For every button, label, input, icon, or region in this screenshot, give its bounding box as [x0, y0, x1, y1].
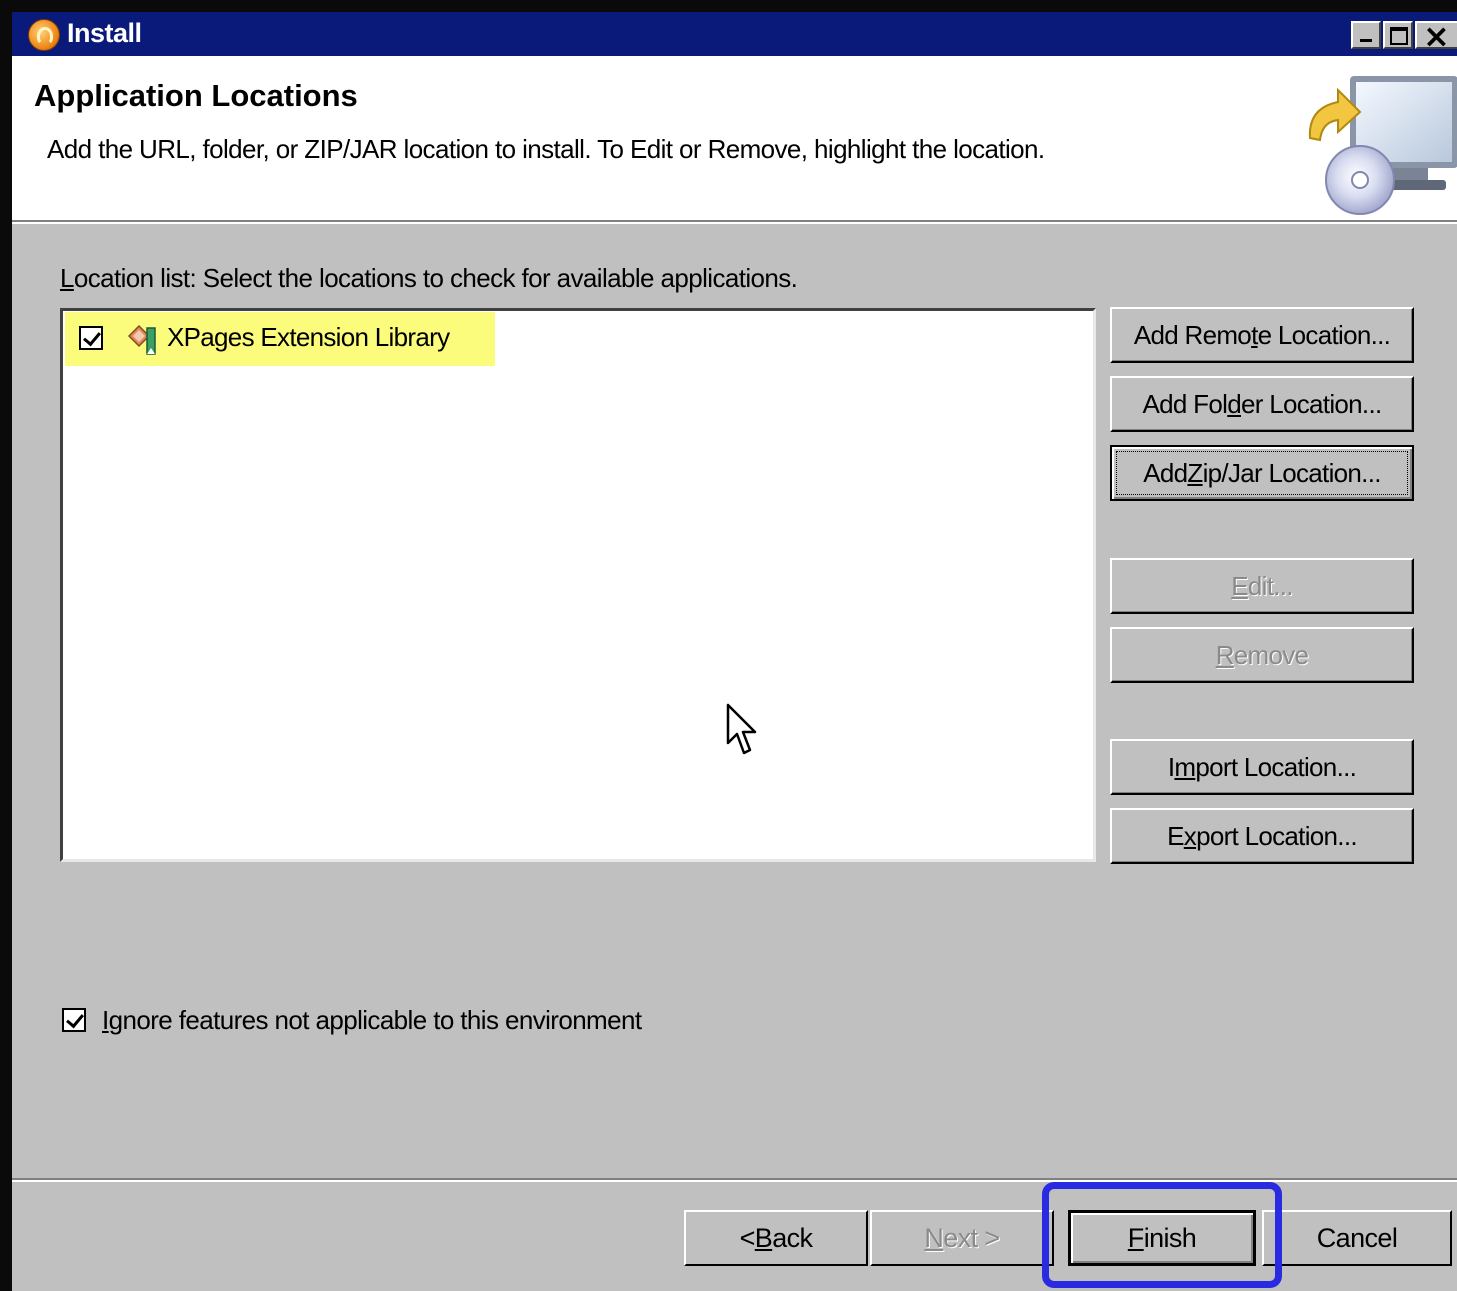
location-list[interactable]: XPages Extension Library — [60, 308, 1096, 862]
remove-button[interactable]: Remove — [1110, 627, 1414, 683]
btn-text: < — [739, 1222, 756, 1253]
btn-mnemonic: x — [1183, 820, 1197, 851]
location-list-label-text: ocation list: Select the locations to ch… — [73, 263, 798, 293]
window-title: Install — [67, 18, 142, 48]
page-description: Add the URL, folder, or ZIP/JAR location… — [47, 134, 1045, 164]
btn-text: Add Remo — [1133, 319, 1252, 350]
btn-text: Add — [1143, 457, 1188, 488]
btn-text: er Location... — [1240, 388, 1382, 419]
mouse-cursor-icon — [726, 703, 757, 755]
btn-mnemonic: E — [1231, 570, 1248, 601]
btn-mnemonic: F — [1127, 1222, 1145, 1253]
location-name: XPages Extension Library — [167, 322, 450, 352]
title-bar[interactable]: Install — [12, 12, 1457, 56]
page-title: Application Locations — [34, 78, 358, 113]
back-button[interactable]: < Back — [684, 1210, 868, 1266]
btn-text: ack — [772, 1222, 813, 1253]
close-button[interactable] — [1415, 17, 1457, 55]
btn-mnemonic: m — [1174, 751, 1196, 782]
import-location-button[interactable]: Im port Location... — [1110, 739, 1414, 795]
btn-text: inish — [1143, 1222, 1197, 1253]
footer-divider-highlight — [12, 1180, 1457, 1182]
next-button[interactable]: Next > — [870, 1210, 1054, 1266]
btn-mnemonic: R — [1215, 639, 1235, 670]
ignore-features-checkbox[interactable] — [62, 1008, 86, 1032]
btn-mnemonic: Z — [1187, 457, 1203, 488]
add-remote-location-button[interactable]: Add Remo t e Location... — [1110, 307, 1414, 363]
btn-text: Add Fol — [1142, 388, 1228, 419]
btn-text: E — [1167, 820, 1184, 851]
notes-app-icon — [28, 19, 60, 51]
btn-mnemonic: N — [924, 1222, 944, 1253]
cancel-button[interactable]: Cancel — [1262, 1210, 1452, 1266]
edit-button[interactable]: Edit... — [1110, 558, 1414, 614]
install-dialog: Install Application Locations Add the UR… — [0, 0, 1457, 1291]
location-list-label-mnemonic: L — [60, 263, 74, 293]
export-location-button[interactable]: Ex port Location... — [1110, 808, 1414, 864]
site-location-icon — [127, 324, 156, 355]
maximize-button[interactable] — [1383, 21, 1413, 49]
ignore-features-label[interactable]: Ignore features not applicable to this e… — [102, 1005, 642, 1036]
list-item[interactable]: XPages Extension Library — [65, 312, 495, 366]
finish-button[interactable]: Finish — [1068, 1210, 1256, 1266]
btn-mnemonic: d — [1227, 388, 1241, 419]
wizard-header: Application Locations Add the URL, folde… — [12, 56, 1457, 220]
btn-text: ip/Jar Location... — [1202, 457, 1382, 488]
btn-text: port Location... — [1195, 751, 1357, 782]
screen-border-top — [0, 0, 1457, 12]
install-wizard-icon — [1308, 76, 1457, 215]
ignore-mnemonic: I — [102, 1005, 109, 1035]
location-list-label: Location list: Select the locations to c… — [60, 263, 798, 294]
screen-border-left — [0, 0, 12, 1291]
add-folder-location-button[interactable]: Add Fol d er Location... — [1110, 376, 1414, 432]
header-divider-highlight — [12, 222, 1457, 224]
minimize-button[interactable] — [1351, 21, 1381, 49]
btn-text: ext > — [943, 1222, 1000, 1253]
btn-mnemonic: B — [754, 1222, 773, 1253]
ignore-text: gnore features not applicable to this en… — [108, 1005, 642, 1035]
add-zip-jar-location-button[interactable]: Add Zip/Jar Location... — [1110, 445, 1414, 501]
btn-text: port Location... — [1196, 820, 1357, 851]
btn-text: e Location... — [1257, 319, 1391, 350]
btn-text: dit... — [1247, 570, 1294, 601]
btn-text: emove — [1233, 639, 1309, 670]
location-checkbox[interactable] — [79, 326, 103, 350]
